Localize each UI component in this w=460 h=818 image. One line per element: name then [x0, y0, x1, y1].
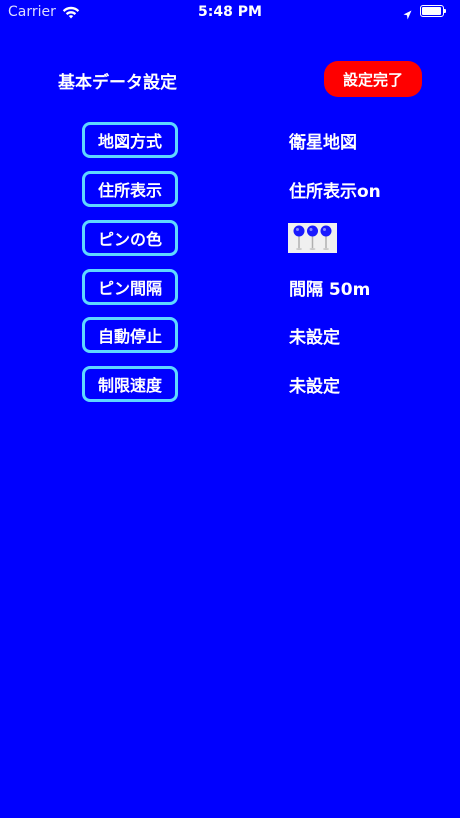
blue-pins-icon: [288, 223, 337, 253]
speed-limit-value: 未設定: [289, 376, 340, 397]
status-right: [403, 5, 446, 19]
map-type-button[interactable]: 地図方式: [82, 122, 178, 158]
setting-row-pin-interval: ピン間隔 間隔 50m: [0, 269, 460, 305]
speed-limit-button[interactable]: 制限速度: [82, 366, 178, 402]
pin-color-button[interactable]: ピンの色: [82, 220, 178, 256]
auto-stop-value: 未設定: [289, 327, 340, 348]
setting-row-pin-color: ピンの色: [0, 220, 460, 256]
map-type-value: 衛星地図: [289, 132, 357, 153]
status-bar: Carrier 5:48 PM: [0, 0, 460, 26]
address-display-button[interactable]: 住所表示: [82, 171, 178, 207]
auto-stop-button[interactable]: 自動停止: [82, 317, 178, 353]
setting-row-address-display: 住所表示 住所表示on: [0, 171, 460, 207]
pin-interval-button[interactable]: ピン間隔: [82, 269, 178, 305]
battery-full-icon: [420, 5, 446, 17]
location-arrow-icon: [403, 6, 412, 19]
address-display-value: 住所表示on: [289, 181, 381, 202]
settings-done-button[interactable]: 設定完了: [324, 61, 422, 97]
status-time: 5:48 PM: [198, 4, 262, 20]
setting-row-auto-stop: 自動停止 未設定: [0, 317, 460, 353]
setting-row-speed-limit: 制限速度 未設定: [0, 366, 460, 402]
pin-interval-value: 間隔 50m: [289, 279, 371, 300]
page-title: 基本データ設定: [58, 73, 177, 93]
setting-row-map-type: 地図方式 衛星地図: [0, 122, 460, 158]
